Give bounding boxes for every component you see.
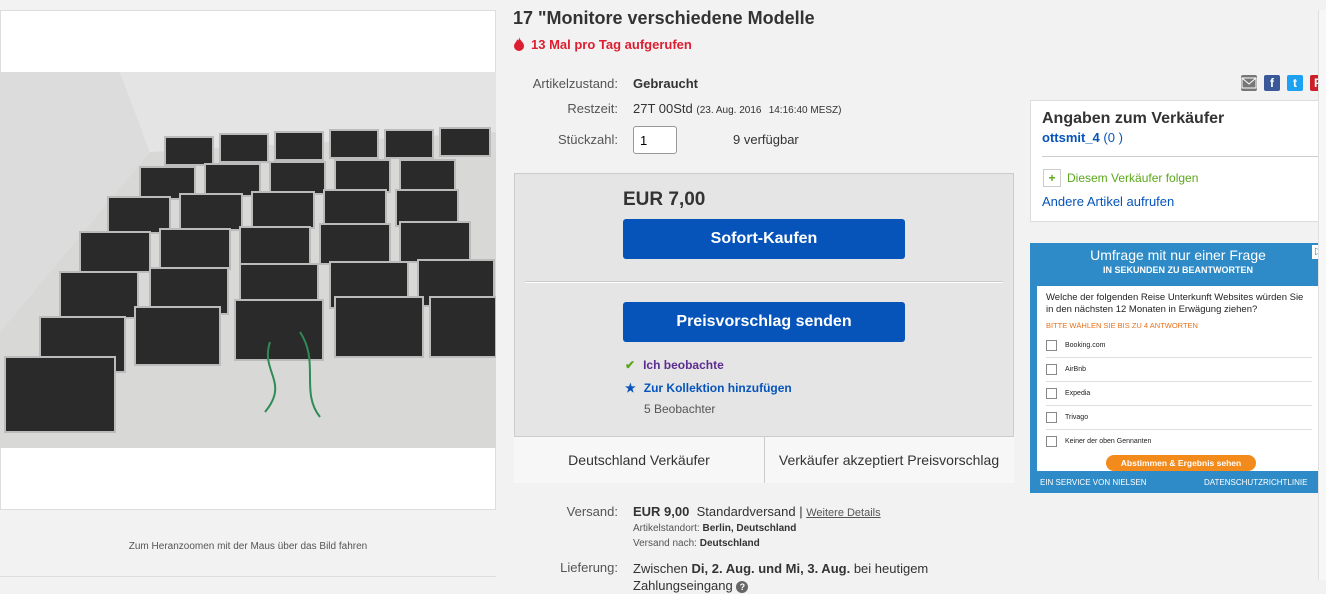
survey-option-label: Keiner der oben Gennanten xyxy=(1065,438,1152,445)
follow-label: Diesem Verkäufer folgen xyxy=(1067,171,1199,185)
time-left-value: 27T 00Std (23. Aug. 2016 14:16:40 MESZ) xyxy=(633,101,842,116)
seller-name-link[interactable]: ottsmit_4 xyxy=(1042,130,1100,145)
divider xyxy=(0,576,496,577)
price: EUR 7,00 xyxy=(623,189,706,210)
time-left-label: Restzeit: xyxy=(567,101,618,116)
checkbox[interactable] xyxy=(1046,412,1057,423)
delivery-estimate: Zwischen Di, 2. Aug. und Mi, 3. Aug. bei… xyxy=(633,560,963,594)
checkbox[interactable] xyxy=(1046,340,1057,351)
product-photo[interactable] xyxy=(0,72,496,448)
seller-line: ottsmit_4 (0 ) xyxy=(1042,130,1123,145)
item-location-label: Artikelstandort: xyxy=(633,523,700,534)
ships-to-value: Deutschland xyxy=(699,538,760,549)
watchers-count: 5 Beobachter xyxy=(644,402,716,416)
survey-title: Umfrage mit nur einer Frage xyxy=(1090,247,1266,263)
delivery-suffix: bei heutigem xyxy=(853,561,929,576)
shipping-method: Standardversand | xyxy=(696,504,803,519)
delivery-prefix: Zwischen xyxy=(633,561,688,576)
survey-option-label: Expedia xyxy=(1065,390,1091,397)
survey-submit-button[interactable]: Abstimmen & Ergebnis sehen xyxy=(1106,455,1256,471)
survey-option-label: Booking.com xyxy=(1065,342,1106,349)
survey-subtitle: IN SEKUNDEN ZU BEANTWORTEN xyxy=(1103,265,1253,275)
survey-options: Booking.com AirBnb Expedia Trivago Keine… xyxy=(1046,334,1312,453)
item-location: Artikelstandort: Berlin, Deutschland xyxy=(633,523,796,534)
other-items-link[interactable]: Andere Artikel aufrufen xyxy=(1042,194,1174,209)
zoom-hint: Zum Heranzoomen mit der Maus über das Bi… xyxy=(128,541,368,552)
seller-feedback[interactable]: (0 ) xyxy=(1103,130,1123,145)
star-icon: ★ xyxy=(625,381,636,395)
delivery-label: Lieferung: xyxy=(560,560,618,575)
survey-instruction: BITTE WÄHLEN SIE BIS ZU 4 ANTWORTEN xyxy=(1046,321,1198,330)
listing-title: 17 "Monitore verschiedene Modelle xyxy=(513,8,815,28)
available-count: 9 verfügbar xyxy=(733,132,799,147)
views-text: 13 Mal pro Tag aufgerufen xyxy=(531,37,692,52)
seller-info-strip: Deutschland Verkäufer Verkäufer akzeptie… xyxy=(514,436,1014,483)
condition-value: Gebraucht xyxy=(633,76,699,91)
watching-link[interactable]: ✔ Ich beobachte xyxy=(625,358,724,372)
checkmark-icon: ✔ xyxy=(625,358,636,372)
survey-option[interactable]: Keiner der oben Gennanten xyxy=(1046,430,1312,453)
plus-icon: + xyxy=(1043,169,1061,187)
survey-privacy-link[interactable]: DATENSCHUTZRICHTLINIE xyxy=(1204,478,1322,487)
item-location-value: Berlin, Deutschland xyxy=(702,523,797,534)
ships-to-label: Versand nach: xyxy=(633,538,697,549)
survey-option-label: Trivago xyxy=(1065,414,1089,421)
shipping-line: EUR 9,00 Standardversand | Weitere Detai… xyxy=(633,504,881,519)
buybox-divider xyxy=(525,281,1003,283)
survey-option[interactable]: Expedia xyxy=(1046,382,1312,406)
shipping-price: EUR 9,00 xyxy=(633,504,690,519)
time-left-remaining: 27T 00Std xyxy=(633,101,693,116)
delivery-dates: Di, 2. Aug. und Mi, 3. Aug. xyxy=(691,561,851,576)
seller-heading: Angaben zum Verkäufer xyxy=(1042,110,1225,127)
views-counter: 13 Mal pro Tag aufgerufen xyxy=(513,37,692,52)
quantity-label: Stückzahl: xyxy=(558,132,618,147)
add-collection-link[interactable]: ★ Zur Kollektion hinzufügen xyxy=(625,381,792,395)
condition-label: Artikelzustand: xyxy=(532,76,618,91)
email-icon[interactable] xyxy=(1241,75,1257,91)
survey-option[interactable]: Trivago xyxy=(1046,406,1312,430)
survey-question: Welche der folgenden Reise Unterkunft We… xyxy=(1046,292,1304,315)
help-icon[interactable]: ? xyxy=(736,581,749,593)
watching-label: Ich beobachte xyxy=(643,358,724,372)
quantity-input[interactable] xyxy=(633,126,677,154)
flame-icon xyxy=(514,37,524,51)
buy-now-button[interactable]: Sofort-Kaufen xyxy=(623,219,905,259)
accepts-offer: Verkäufer akzeptiert Preisvorschlag xyxy=(778,452,1000,468)
survey-option-label: AirBnb xyxy=(1065,366,1087,373)
make-offer-button[interactable]: Preisvorschlag senden xyxy=(623,302,905,342)
seller-divider xyxy=(1042,156,1318,157)
shipping-details-link[interactable]: Weitere Details xyxy=(806,507,880,519)
checkbox[interactable] xyxy=(1046,436,1057,447)
time-left-end-date: (23. Aug. 2016 xyxy=(696,105,762,116)
time-left-end-clock: 14:16:40 MESZ) xyxy=(768,105,842,116)
follow-seller-link[interactable]: + Diesem Verkäufer folgen xyxy=(1043,169,1198,187)
facebook-icon[interactable]: f xyxy=(1264,75,1280,91)
delivery-line2: Zahlungseingang xyxy=(633,578,733,593)
seller-country: Deutschland Verkäufer xyxy=(568,452,710,468)
checkbox[interactable] xyxy=(1046,364,1057,375)
survey-option[interactable]: AirBnb xyxy=(1046,358,1312,382)
survey-option[interactable]: Booking.com xyxy=(1046,334,1312,358)
shipping-label: Versand: xyxy=(566,504,618,519)
twitter-icon[interactable]: t xyxy=(1287,75,1303,91)
ships-to: Versand nach: Deutschland xyxy=(633,538,760,549)
checkbox[interactable] xyxy=(1046,388,1057,399)
scrollbar[interactable] xyxy=(1318,10,1326,580)
add-collection-label: Zur Kollektion hinzufügen xyxy=(643,381,792,395)
survey-footer-service: EIN SERVICE VON NIELSEN xyxy=(1040,478,1147,487)
